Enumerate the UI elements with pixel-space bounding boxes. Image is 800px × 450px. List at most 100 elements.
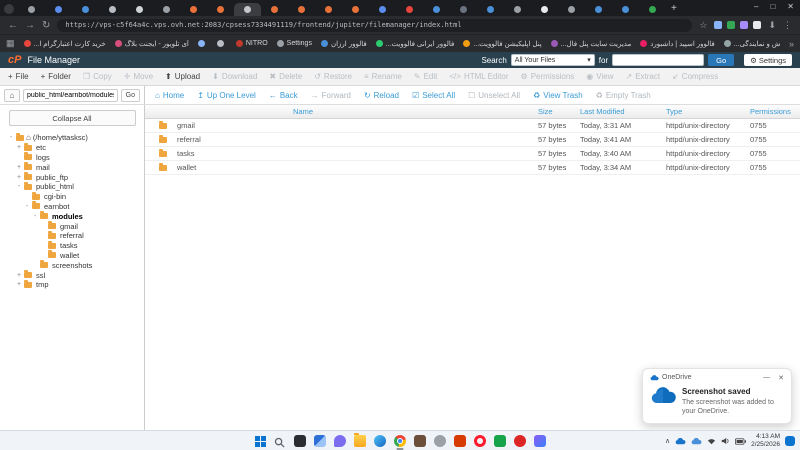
bookmark-star-icon[interactable]: ☆ bbox=[699, 20, 707, 31]
bookmark-item[interactable]: پنل فروش و نمایندگی... bbox=[724, 40, 780, 48]
browser-tab[interactable] bbox=[180, 3, 207, 16]
browser-tab[interactable] bbox=[612, 3, 639, 16]
path-input[interactable] bbox=[23, 89, 118, 102]
close-icon[interactable]: ✕ bbox=[778, 374, 784, 382]
downloads-icon[interactable]: ⬇ bbox=[768, 20, 776, 31]
bookmark-item[interactable]: پنل اپلیکیشن فالوویت... bbox=[463, 40, 541, 48]
tree-item[interactable]: screenshots bbox=[24, 260, 144, 270]
user-app-icon[interactable] bbox=[434, 435, 446, 447]
view-button[interactable]: ◉ View bbox=[586, 72, 613, 81]
browser-tab[interactable] bbox=[558, 3, 585, 16]
address-bar[interactable]: https://vps-c5f64a4c.vps.ovh.net:2083/cp… bbox=[57, 19, 692, 32]
extract-button[interactable]: ↗ Extract bbox=[625, 72, 660, 81]
rename-button[interactable]: ≡ Rename bbox=[364, 72, 402, 81]
window-maximize-button[interactable]: □ bbox=[770, 2, 775, 11]
bookmark-item[interactable]: خرید کارت اعتبارگرام ا... bbox=[24, 40, 106, 48]
nav-view-trash[interactable]: ♻ View Trash bbox=[533, 91, 583, 100]
tree-item[interactable]: - ⌂ (/home/yttasksc) bbox=[0, 133, 144, 143]
folder-button[interactable]: + Folder bbox=[41, 72, 71, 81]
task-view-icon[interactable] bbox=[294, 435, 306, 447]
browser-tab[interactable] bbox=[288, 3, 315, 16]
tree-toggle[interactable]: - bbox=[32, 213, 38, 220]
copy-button[interactable]: ❐ Copy bbox=[83, 72, 112, 81]
chat-icon[interactable] bbox=[334, 435, 346, 447]
nav-reload[interactable]: ↻ Reload bbox=[364, 91, 399, 100]
onedrive-tray-icon-2[interactable] bbox=[691, 438, 702, 445]
tree-item[interactable]: + tmp bbox=[8, 280, 144, 290]
notification-center-badge[interactable] bbox=[785, 436, 795, 446]
tree-item[interactable]: - public_html bbox=[8, 182, 144, 192]
browser-tab[interactable] bbox=[126, 3, 153, 16]
tree-item[interactable]: referral bbox=[32, 231, 144, 241]
download-button[interactable]: ⬇ Download bbox=[212, 72, 257, 81]
column-header-size[interactable]: Size bbox=[538, 107, 580, 116]
column-header-last-modified[interactable]: Last Modified bbox=[580, 107, 666, 116]
tree-toggle[interactable]: - bbox=[24, 203, 30, 210]
table-row[interactable]: tasks 57 bytes Today, 3:40 AM httpd/unix… bbox=[145, 147, 800, 161]
nav-forward[interactable]: → Forward bbox=[311, 91, 351, 100]
bookmark-item[interactable] bbox=[217, 40, 227, 47]
extension-icon[interactable] bbox=[753, 21, 761, 29]
browser-tab[interactable] bbox=[423, 3, 450, 16]
search-icon[interactable] bbox=[274, 435, 286, 447]
extension-icon[interactable] bbox=[727, 21, 735, 29]
tree-item[interactable]: + ssl bbox=[8, 270, 144, 280]
widgets-icon[interactable] bbox=[314, 435, 326, 447]
browser-tab[interactable] bbox=[315, 3, 342, 16]
photos-app-icon[interactable] bbox=[534, 435, 546, 447]
volume-icon[interactable] bbox=[721, 437, 730, 445]
browser-tab[interactable] bbox=[396, 3, 423, 16]
bookmark-item[interactable] bbox=[198, 40, 208, 47]
browser-tab[interactable] bbox=[234, 3, 261, 16]
tab-search-icon[interactable] bbox=[4, 4, 14, 14]
search-scope-select[interactable]: All Your Files ▾ bbox=[511, 54, 595, 66]
tree-item[interactable]: + public_ftp bbox=[8, 172, 144, 182]
search-go-button[interactable]: Go bbox=[708, 54, 734, 66]
start-button[interactable] bbox=[255, 436, 266, 447]
apps-grid-icon[interactable]: ▦ bbox=[6, 38, 15, 49]
reload-icon[interactable]: ↻ bbox=[42, 20, 50, 31]
collapse-all-button[interactable]: Collapse All bbox=[9, 110, 136, 126]
bookmark-item[interactable]: NITRO bbox=[236, 40, 268, 47]
column-header-permissions[interactable]: Permissions bbox=[750, 107, 800, 116]
tree-toggle[interactable]: + bbox=[16, 281, 22, 288]
extension-icon[interactable] bbox=[714, 21, 722, 29]
browser-tab[interactable] bbox=[72, 3, 99, 16]
browser-tab[interactable] bbox=[18, 3, 45, 16]
nav-empty-trash[interactable]: ♻ Empty Trash bbox=[596, 91, 651, 100]
browser-tab[interactable] bbox=[585, 3, 612, 16]
column-header-name[interactable]: Name bbox=[145, 107, 538, 116]
browser-tab[interactable] bbox=[477, 3, 504, 16]
bookmark-item[interactable]: مدیریت سایت پنل فال... bbox=[551, 40, 631, 48]
home-icon[interactable]: ⌂ bbox=[4, 89, 20, 102]
wifi-icon[interactable] bbox=[707, 438, 716, 445]
taskbar-clock[interactable]: 4:13 AM 2/25/2026 bbox=[751, 433, 780, 449]
opera-icon[interactable] bbox=[474, 435, 486, 447]
office-app-icon[interactable] bbox=[454, 435, 466, 447]
tree-item[interactable]: - earnbot bbox=[16, 202, 144, 212]
permissions-button[interactable]: ⚙ Permissions bbox=[521, 72, 575, 81]
nav-back[interactable]: ← Back bbox=[269, 91, 298, 100]
compress-button[interactable]: ↙ Compress bbox=[672, 72, 718, 81]
window-minimize-button[interactable]: – bbox=[754, 2, 758, 11]
browser-tab[interactable] bbox=[261, 3, 288, 16]
tree-item[interactable]: wallet bbox=[32, 251, 144, 261]
bookmarks-overflow-chevron[interactable]: » bbox=[789, 39, 794, 49]
tree-item[interactable]: + mail bbox=[8, 162, 144, 172]
tree-item[interactable]: - modules bbox=[24, 211, 144, 221]
browser-tab[interactable] bbox=[450, 3, 477, 16]
restore-button[interactable]: ↺ Restore bbox=[314, 72, 352, 81]
move-button[interactable]: ✛ Move bbox=[124, 72, 153, 81]
browser-tab[interactable] bbox=[45, 3, 72, 16]
bookmark-item[interactable]: فالوور ارزان bbox=[321, 40, 367, 48]
forward-icon[interactable]: → bbox=[25, 20, 35, 31]
file-explorer-icon[interactable] bbox=[354, 435, 366, 447]
browser-tab[interactable] bbox=[99, 3, 126, 16]
path-go-button[interactable]: Go bbox=[121, 89, 140, 102]
column-header-type[interactable]: Type bbox=[666, 107, 750, 116]
table-row[interactable]: wallet 57 bytes Today, 3:34 AM httpd/uni… bbox=[145, 161, 800, 175]
tree-toggle[interactable]: - bbox=[16, 183, 22, 190]
tree-toggle[interactable]: + bbox=[16, 272, 22, 279]
tree-item[interactable]: tasks bbox=[32, 241, 144, 251]
browser-tab[interactable] bbox=[153, 3, 180, 16]
